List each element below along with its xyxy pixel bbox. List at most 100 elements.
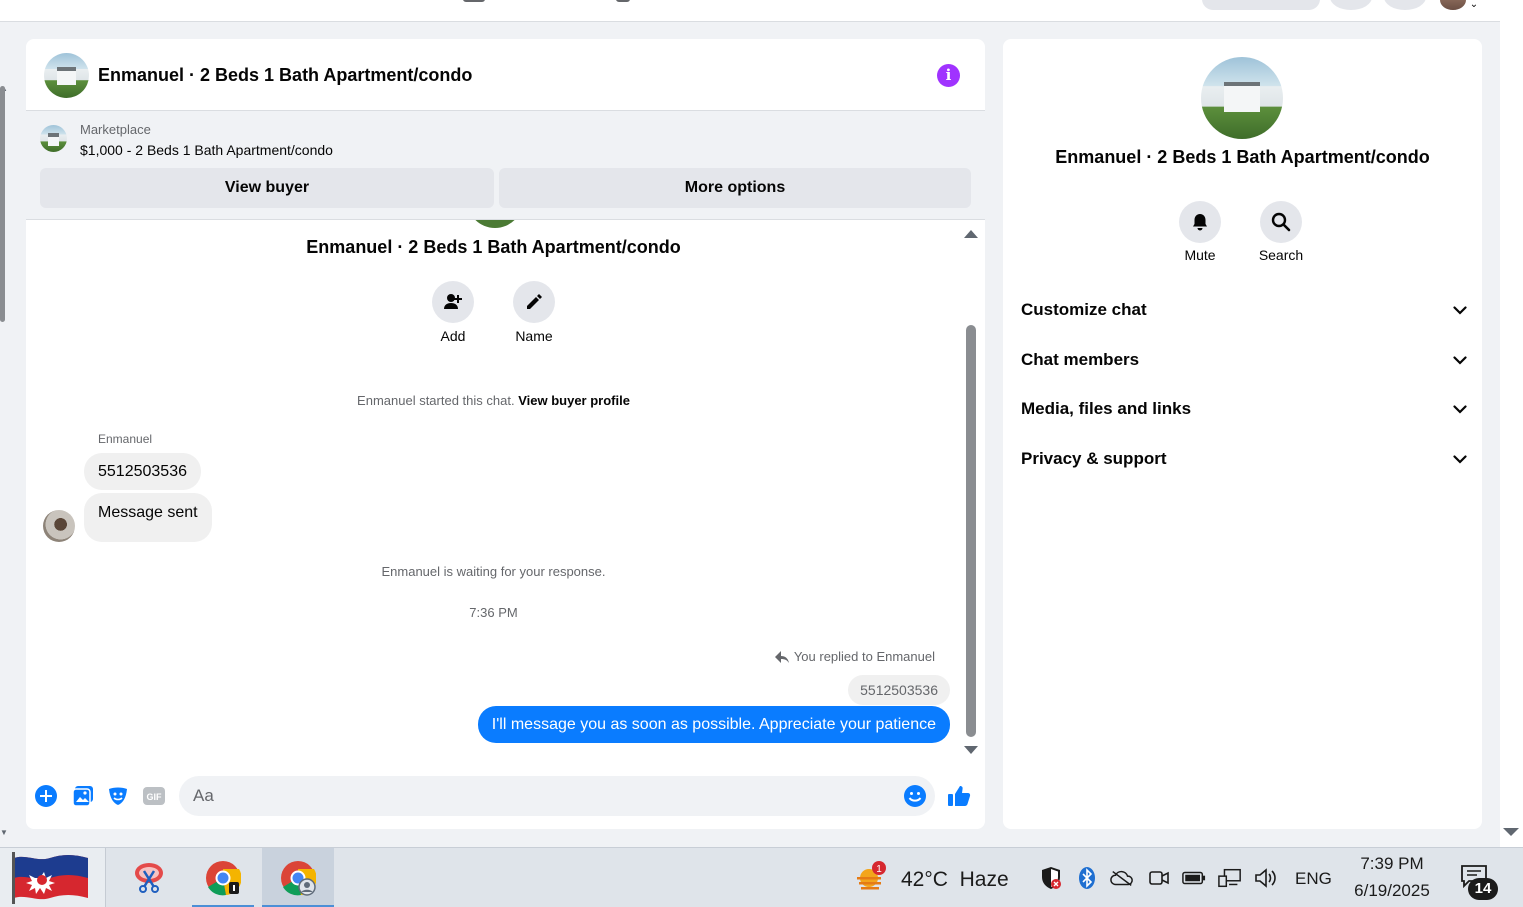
gif-icon[interactable]: GIF xyxy=(142,784,166,808)
svg-text:GIF: GIF xyxy=(147,792,163,802)
tab-icon-2[interactable] xyxy=(616,0,630,2)
view-buyer-profile-link[interactable]: View buyer profile xyxy=(518,393,630,408)
add-label: Add xyxy=(440,328,466,344)
outgoing-message[interactable]: I'll message you as soon as possible. Ap… xyxy=(477,706,950,743)
scroll-down-icon[interactable] xyxy=(964,746,978,754)
onedrive-icon[interactable] xyxy=(1110,866,1134,890)
input-language[interactable]: ENG xyxy=(1295,869,1332,889)
marketplace-bar: Marketplace $1,000 - 2 Beds 1 Bath Apart… xyxy=(26,111,985,220)
volume-icon[interactable] xyxy=(1254,866,1278,890)
security-shield-icon[interactable] xyxy=(1039,866,1063,890)
sender-avatar[interactable] xyxy=(43,510,75,542)
incoming-message[interactable]: 5512503536 xyxy=(84,453,201,490)
edit-name-button[interactable] xyxy=(513,281,555,323)
menu-button[interactable] xyxy=(1330,0,1372,10)
message-input[interactable] xyxy=(179,776,935,816)
info-icon[interactable]: i xyxy=(937,64,960,87)
taskbar-snipping-tool[interactable] xyxy=(118,848,180,907)
page-scrollbar[interactable] xyxy=(0,86,5,322)
waiting-notice: Enmanuel is waiting for your response. xyxy=(381,564,606,579)
section-label: Media, files and links xyxy=(1021,399,1192,418)
section-privacy-support[interactable]: Privacy & support xyxy=(1021,446,1467,472)
mute-label: Mute xyxy=(1184,247,1216,263)
section-label: Customize chat xyxy=(1021,300,1147,319)
mute-button[interactable] xyxy=(1179,201,1221,243)
marketplace-label: Marketplace xyxy=(80,122,151,137)
search-label: Search xyxy=(1258,247,1304,263)
scroll-up-icon[interactable] xyxy=(964,230,978,238)
clock-date[interactable]: 6/19/2025 xyxy=(1344,881,1440,901)
clock-time[interactable]: 7:39 PM xyxy=(1352,854,1432,874)
weather-icon[interactable]: 1 xyxy=(855,860,887,892)
chevron-down-icon xyxy=(1453,305,1467,315)
camera-icon[interactable] xyxy=(1147,866,1171,890)
emoji-icon[interactable] xyxy=(903,784,927,808)
top-search-pill[interactable] xyxy=(1202,0,1320,10)
section-media-files-links[interactable]: Media, files and links xyxy=(1021,396,1467,422)
plus-icon[interactable] xyxy=(34,784,58,808)
taskbar: 1 42°C Haze ENG 7:39 PM 6/19/2025 14 xyxy=(0,847,1523,907)
chat-title[interactable]: Enmanuel · 2 Beds 1 Bath Apartment/condo xyxy=(98,65,472,86)
network-icon[interactable] xyxy=(1218,866,1242,890)
chat-panel: Enmanuel · 2 Beds 1 Bath Apartment/condo… xyxy=(26,39,985,829)
message-timestamp: 7:36 PM xyxy=(469,605,518,620)
sticker-icon[interactable] xyxy=(106,784,130,808)
browser-top-bar: ⌄ xyxy=(0,0,1500,22)
bell-icon xyxy=(1193,214,1207,231)
info-title: Enmanuel · 2 Beds 1 Bath Apartment/condo xyxy=(1055,147,1430,167)
notification-count-badge: 14 xyxy=(1468,878,1498,900)
bluetooth-icon[interactable] xyxy=(1075,866,1099,890)
chat-header: Enmanuel · 2 Beds 1 Bath Apartment/condo… xyxy=(26,39,985,111)
weather-text[interactable]: 42°C Haze xyxy=(901,868,1009,892)
account-chevron-icon[interactable]: ⌄ xyxy=(1466,0,1482,14)
view-buyer-button[interactable]: View buyer xyxy=(40,168,494,208)
listing-thumbnail[interactable] xyxy=(40,125,67,152)
tab-icon[interactable] xyxy=(463,0,485,2)
chat-started-text: Enmanuel started this chat. xyxy=(357,393,515,408)
info-avatar[interactable] xyxy=(1201,57,1283,139)
listing-title[interactable]: $1,000 - 2 Beds 1 Bath Apartment/condo xyxy=(80,142,333,158)
add-person-button[interactable] xyxy=(432,281,474,323)
section-label: Chat members xyxy=(1021,350,1140,369)
weather-temperature: 42°C xyxy=(901,868,948,891)
chat-info-panel: Enmanuel · 2 Beds 1 Bath Apartment/condo… xyxy=(1003,39,1482,829)
chevron-down-icon xyxy=(1453,355,1467,365)
name-label: Name xyxy=(515,328,553,344)
sender-name: Enmanuel xyxy=(98,432,153,446)
thumbs-up-icon[interactable] xyxy=(947,784,971,808)
notifications-button[interactable] xyxy=(1384,0,1426,10)
chevron-down-icon xyxy=(1453,454,1467,464)
section-chat-members[interactable]: Chat members xyxy=(1021,347,1467,373)
photo-icon[interactable] xyxy=(71,784,95,808)
account-avatar[interactable] xyxy=(1440,0,1466,10)
pencil-icon xyxy=(527,294,542,309)
composer: GIF xyxy=(26,768,985,829)
chrome-profile-icon xyxy=(281,861,316,896)
conversation-title: Enmanuel · 2 Beds 1 Bath Apartment/condo xyxy=(306,237,681,257)
taskbar-chrome-profile[interactable] xyxy=(262,848,334,907)
right-scrollbar-track[interactable] xyxy=(1500,0,1523,847)
search-button[interactable] xyxy=(1260,201,1302,243)
section-customize-chat[interactable]: Customize chat xyxy=(1021,297,1467,323)
replied-note-text: You replied to Enmanuel xyxy=(793,649,935,664)
reply-icon xyxy=(774,650,789,663)
start-button[interactable] xyxy=(0,848,106,907)
incoming-message[interactable]: Message sent xyxy=(84,493,212,542)
page-scroll-down-icon[interactable]: ▼ xyxy=(0,828,8,837)
scissors-icon xyxy=(135,863,163,893)
scrollbar-thumb[interactable] xyxy=(966,325,976,737)
chat-started-notice: Enmanuel started this chat. View buyer p… xyxy=(26,393,961,408)
weather-description: Haze xyxy=(959,868,1009,891)
message-scrollbar[interactable] xyxy=(964,230,978,758)
section-label: Privacy & support xyxy=(1021,449,1167,468)
search-icon xyxy=(1271,212,1291,232)
right-scroll-down-icon[interactable] xyxy=(1503,828,1519,836)
taskbar-chrome[interactable] xyxy=(192,848,254,907)
more-options-button[interactable]: More options xyxy=(499,168,971,208)
weather-badge: 1 xyxy=(876,864,882,875)
quoted-message[interactable]: 5512503536 xyxy=(848,675,950,705)
chat-avatar[interactable] xyxy=(44,53,89,98)
add-person-icon xyxy=(444,294,462,309)
battery-icon[interactable] xyxy=(1182,866,1206,890)
chrome-icon xyxy=(206,861,241,896)
